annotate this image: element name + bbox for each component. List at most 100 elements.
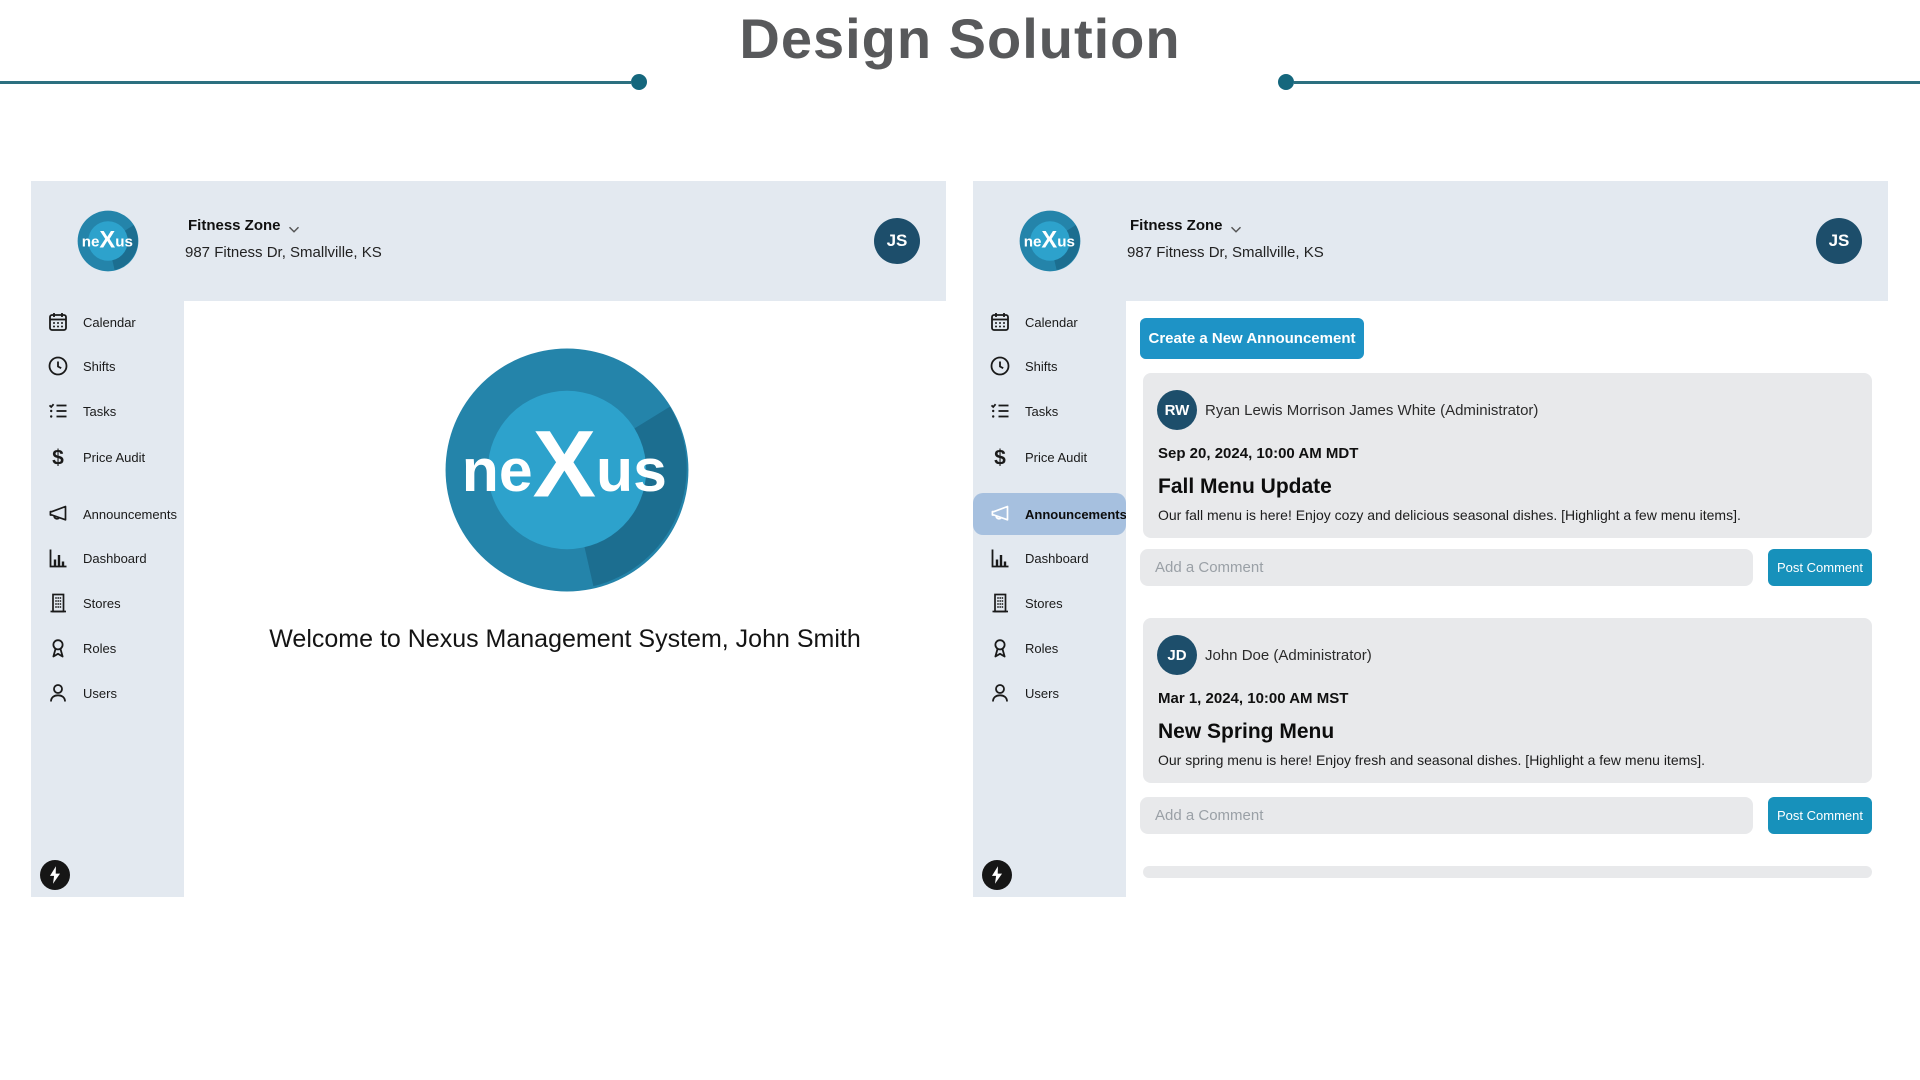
decor-line-left (0, 81, 631, 84)
lightning-icon (44, 864, 66, 886)
sidebar-item-label: Users (1025, 686, 1059, 701)
welcome-main: neXus Welcome to Nexus Management System… (184, 301, 946, 897)
sidebar-item-label: Shifts (1025, 359, 1058, 374)
sidebar-item-label: Roles (1025, 641, 1058, 656)
sidebar-item-announcements[interactable]: Announcements (973, 493, 1126, 535)
app-screenshot-announcements: neXus Fitness Zone 987 Fitness Dr, Small… (973, 181, 1888, 897)
clock-icon (46, 354, 70, 378)
chevron-down-icon[interactable] (1229, 225, 1243, 234)
announcement-body: Our spring menu is here! Enjoy fresh and… (1158, 752, 1705, 768)
post-comment-button[interactable]: Post Comment (1768, 549, 1872, 586)
sidebar-item-label: Announcements (83, 507, 177, 522)
announcement-card: JD John Doe (Administrator) Mar 1, 2024,… (1143, 618, 1872, 783)
announcement-title: Fall Menu Update (1158, 475, 1332, 499)
user-avatar[interactable]: JS (1816, 218, 1862, 264)
comment-input[interactable] (1140, 549, 1753, 586)
announcement-timestamp: Sep 20, 2024, 10:00 AM MDT (1158, 445, 1358, 462)
sidebar: Calendar Shifts Tasks Price Audit Announ… (973, 301, 1126, 897)
store-address: 987 Fitness Dr, Smallville, KS (1127, 244, 1324, 261)
sidebar-item-tasks[interactable]: Tasks (31, 390, 184, 432)
sidebar-item-label: Price Audit (83, 450, 147, 465)
create-announcement-button[interactable]: Create a New Announcement (1140, 318, 1364, 359)
sidebar-item-dashboard[interactable]: Dashboard (973, 537, 1126, 579)
person-icon (988, 681, 1012, 705)
sidebar-item-price-audit[interactable]: Price Audit (973, 436, 1126, 478)
announcement-author-avatar: JD (1157, 635, 1197, 675)
sidebar-item-shifts[interactable]: Shifts (31, 345, 184, 387)
dollar-icon (46, 445, 70, 469)
sidebar-item-calendar[interactable]: Calendar (973, 301, 1126, 343)
nexus-logo-large: neXus (435, 338, 699, 602)
sidebar-item-label: Calendar (83, 315, 136, 330)
announcement-title: New Spring Menu (1158, 720, 1334, 744)
chevron-down-icon[interactable] (287, 225, 301, 234)
app-header: neXus Fitness Zone 987 Fitness Dr, Small… (31, 181, 946, 301)
decor-dot-left (631, 74, 647, 90)
announcement-author: Ryan Lewis Morrison James White (Adminis… (1205, 402, 1538, 419)
app-screenshot-welcome: neXus Fitness Zone 987 Fitness Dr, Small… (31, 181, 946, 897)
sidebar-item-label: Shifts (83, 359, 116, 374)
checklist-icon (46, 399, 70, 423)
lightning-icon (986, 864, 1008, 886)
sidebar-item-label: Calendar (1025, 315, 1078, 330)
sidebar-item-users[interactable]: Users (973, 672, 1126, 714)
person-icon (46, 681, 70, 705)
dollar-icon (988, 445, 1012, 469)
calendar-icon (988, 310, 1012, 334)
sidebar-item-roles[interactable]: Roles (973, 627, 1126, 669)
announcement-timestamp: Mar 1, 2024, 10:00 AM MST (1158, 690, 1348, 707)
sidebar-item-roles[interactable]: Roles (31, 627, 184, 669)
quick-action-button[interactable] (982, 860, 1012, 890)
megaphone-icon (46, 502, 70, 526)
sidebar-item-stores[interactable]: Stores (973, 582, 1126, 624)
sidebar-item-users[interactable]: Users (31, 672, 184, 714)
welcome-message: Welcome to Nexus Management System, John… (184, 625, 946, 654)
announcement-body: Our fall menu is here! Enjoy cozy and de… (1158, 507, 1741, 523)
app-header: neXus Fitness Zone 987 Fitness Dr, Small… (973, 181, 1888, 301)
sidebar-item-label: Stores (83, 596, 121, 611)
megaphone-icon (988, 502, 1012, 526)
decor-dot-right (1278, 74, 1294, 90)
bar-chart-icon (46, 546, 70, 570)
next-announcement-partial (1143, 866, 1872, 878)
sidebar-item-tasks[interactable]: Tasks (973, 390, 1126, 432)
store-name[interactable]: Fitness Zone (1130, 217, 1223, 234)
sidebar-item-label: Tasks (83, 404, 116, 419)
decor-line-right (1294, 81, 1920, 84)
nexus-logo-icon: neXus (75, 208, 141, 274)
clock-icon (988, 354, 1012, 378)
building-icon (46, 591, 70, 615)
announcements-main: Create a New Announcement RW Ryan Lewis … (1126, 301, 1888, 897)
store-address: 987 Fitness Dr, Smallville, KS (185, 244, 382, 261)
sidebar-item-stores[interactable]: Stores (31, 582, 184, 624)
sidebar-item-label: Tasks (1025, 404, 1058, 419)
user-avatar[interactable]: JS (874, 218, 920, 264)
slide: Design Solution neXus Fitness Zone 987 F… (0, 0, 1920, 1080)
sidebar-item-dashboard[interactable]: Dashboard (31, 537, 184, 579)
award-icon (46, 636, 70, 660)
quick-action-button[interactable] (40, 860, 70, 890)
sidebar-item-label: Roles (83, 641, 116, 656)
sidebar-item-label: Price Audit (1025, 450, 1089, 465)
announcement-author-avatar: RW (1157, 390, 1197, 430)
sidebar-item-label: Users (83, 686, 117, 701)
sidebar-item-calendar[interactable]: Calendar (31, 301, 184, 343)
bar-chart-icon (988, 546, 1012, 570)
post-comment-button[interactable]: Post Comment (1768, 797, 1872, 834)
sidebar-item-price-audit[interactable]: Price Audit (31, 436, 184, 478)
calendar-icon (46, 310, 70, 334)
announcement-author: John Doe (Administrator) (1205, 647, 1372, 664)
slide-title: Design Solution (0, 6, 1920, 71)
sidebar-item-label: Announcements (1025, 507, 1127, 522)
sidebar-item-shifts[interactable]: Shifts (973, 345, 1126, 387)
sidebar-item-label: Dashboard (83, 551, 147, 566)
building-icon (988, 591, 1012, 615)
sidebar-item-label: Stores (1025, 596, 1063, 611)
checklist-icon (988, 399, 1012, 423)
sidebar: Calendar Shifts Tasks Price Audit Announ… (31, 301, 184, 897)
nexus-logo-icon: neXus (1017, 208, 1083, 274)
comment-input[interactable] (1140, 797, 1753, 834)
announcement-card: RW Ryan Lewis Morrison James White (Admi… (1143, 373, 1872, 538)
store-name[interactable]: Fitness Zone (188, 217, 281, 234)
sidebar-item-announcements[interactable]: Announcements (31, 493, 184, 535)
